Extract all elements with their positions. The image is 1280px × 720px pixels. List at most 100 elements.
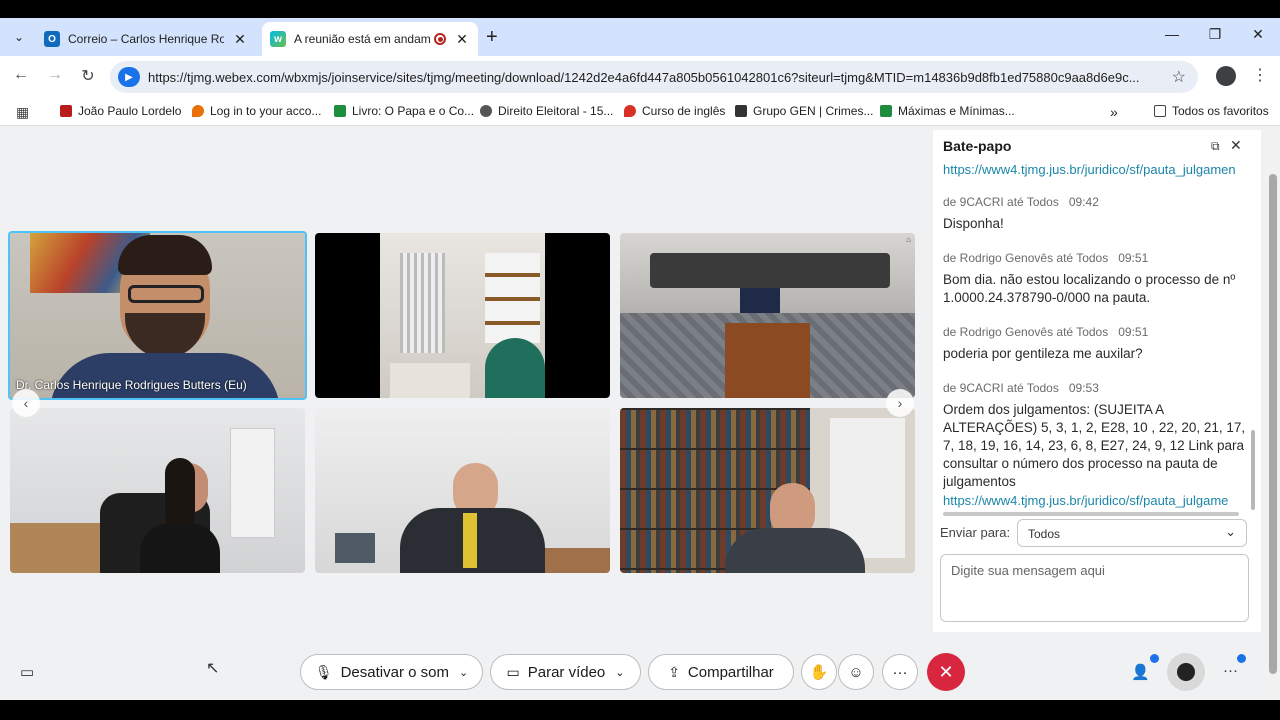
video-tile-2[interactable] [315,233,610,398]
url-text[interactable]: https://tjmg.webex.com/wbxmjs/joinservic… [148,70,1158,85]
outlook-icon: O [44,31,60,47]
more-apps-icon[interactable]: ··· [1223,662,1238,679]
tab-title: A reunião está em andamento [294,32,430,46]
restore-icon[interactable]: ❐ [1203,26,1227,43]
video-tile-self[interactable]: Dr. Carlos Henrique Rodrigues Butters (E… [8,231,307,400]
close-icon[interactable]: ✕ [1230,137,1242,154]
menu-icon[interactable]: ⋮ [1252,65,1268,85]
mute-label: Desativar o som [340,663,449,681]
participants-icon[interactable]: 👤 [1131,663,1150,681]
message-text: Ordem dos julgamentos: (SUJEITA A ALTERA… [943,402,1246,489]
popout-icon[interactable]: ⧉ [1211,139,1220,154]
video-tile-4[interactable] [10,408,305,573]
person-glasses [128,285,204,303]
couch [390,363,470,398]
microphone-icon: 🎙 [314,663,333,680]
forward-icon[interactable]: → [44,66,66,84]
camera-icon: ▭ [506,663,520,680]
person-partial [485,338,545,398]
video-button[interactable]: ▭ Parar vídeo ⌄ [490,654,641,690]
chat-message-input[interactable]: Digite sua mensagem aqui [940,554,1249,622]
mouse-cursor-icon: ↖ [206,660,220,677]
scrollbar-thumb[interactable] [1269,174,1277,674]
bookmark-label: Grupo GEN | Crimes... [753,104,874,118]
office-door [230,428,275,538]
bookmarks-overflow-icon[interactable]: » [1110,104,1118,120]
person-body [140,523,220,573]
next-page-icon[interactable]: › [886,389,914,417]
bookmark-item[interactable]: Livro: O Papa e o Co... [334,104,474,118]
chat-link[interactable]: https://www4.tjmg.jus.br/juridico/sf/pau… [943,493,1257,508]
bookmark-label: Curso de inglês [642,104,726,118]
video-tile-5[interactable] [315,408,610,573]
chevron-down-icon[interactable]: ⌄ [615,666,624,679]
tab-outlook[interactable]: O Correio – Carlos Henrique Rodrigues Bu… [36,22,256,56]
message-sender: de 9CACRI até Todos [943,195,1059,209]
bookmark-item[interactable]: Máximas e Mínimas... [880,104,1015,118]
bookmark-item[interactable]: Grupo GEN | Crimes... [735,104,873,118]
more-options-button[interactable]: ··· [882,654,918,690]
bookmark-label: Máximas e Mínimas... [898,104,1015,118]
window-close-icon[interactable]: ✕ [1246,26,1270,43]
bookshelf [485,253,540,343]
tab-webex[interactable]: w A reunião está em andamento ✕ [262,22,478,56]
previous-page-icon[interactable]: ‹ [12,389,40,417]
folder-icon [1154,105,1166,117]
bookmark-item[interactable]: Curso de inglês [624,104,725,118]
chat-messages[interactable]: https://www4.tjmg.jus.br/juridico/sf/pau… [943,162,1257,512]
mute-button[interactable]: 🎙 Desativar o som ⌄ [300,654,483,690]
chat-vertical-scrollbar[interactable] [1251,430,1255,510]
bookmark-label: João Paulo Lordelo [78,104,182,118]
all-bookmarks-folder[interactable]: Todos os favoritos [1154,104,1269,118]
address-bar[interactable]: ▶ https://tjmg.webex.com/wbxmjs/joinserv… [110,61,1198,93]
bookmark-label: Todos os favoritos [1172,104,1269,118]
bookmark-item[interactable]: João Paulo Lordelo [60,104,181,118]
chevron-down-icon: ⌄ [1225,524,1236,539]
window-blinds [400,253,445,353]
bookmark-item[interactable]: Log in to your acco... [192,104,321,118]
video-tile-3[interactable]: ⌂ [620,233,915,398]
send-to-select[interactable]: Todos ⌄ [1017,519,1247,547]
page-scrollbar[interactable] [1266,126,1280,700]
gen-icon [735,105,747,117]
person-body [725,528,865,573]
flame-icon [192,105,204,117]
back-icon[interactable]: ← [10,66,32,84]
message-text: Bom dia. não estou localizando o process… [943,272,1236,305]
message-time: 09:51 [1118,251,1149,265]
send-to-value: Todos [1028,527,1061,541]
participant-name: Dr. Carlos Henrique Rodrigues Butters (E… [16,378,247,392]
bookmark-label: Livro: O Papa e o Co... [352,104,475,118]
browser-toolbar: ← → ↻ ▶ https://tjmg.webex.com/wbxmjs/jo… [0,56,1280,98]
person-hair [118,235,212,275]
leave-meeting-button[interactable]: ✕ [927,653,965,691]
close-icon[interactable]: ✕ [232,31,248,48]
captions-icon[interactable]: ▭ [20,663,34,681]
new-tab-button[interactable]: + [486,27,498,47]
bookmark-item[interactable]: Direito Eleitoral - 15... [480,104,613,118]
reload-icon[interactable]: ↻ [77,66,99,86]
tab-search-button[interactable]: ⌄ [8,26,30,48]
video-tile-6[interactable] [620,408,915,573]
smiley-icon: ☺ [848,663,864,681]
close-icon[interactable]: ✕ [454,31,470,48]
chat-bubble-icon [1177,663,1195,681]
message-meta: de Rodrigo Genovês até Todos 09:51 [943,325,1257,339]
person-beard [125,313,205,358]
chevron-down-icon[interactable]: ⌄ [459,666,468,679]
raise-hand-button[interactable]: ✋ [801,654,837,690]
bookmark-star-icon[interactable]: ☆ [1172,67,1186,87]
message-sender: de Rodrigo Genovês até Todos [943,251,1109,265]
chat-toggle-button[interactable] [1167,653,1205,691]
extension-icon[interactable] [1216,66,1236,86]
reactions-button[interactable]: ☺ [838,654,874,690]
camera-site-icon[interactable]: ▶ [118,67,140,87]
message-meta: de Rodrigo Genovês até Todos 09:51 [943,251,1257,265]
share-button[interactable]: ⇪ Compartilhar [648,654,794,690]
courtroom-bench [650,253,890,288]
chat-link[interactable]: https://www4.tjmg.jus.br/juridico/sf/pau… [943,162,1257,177]
person-hair [165,458,195,533]
chat-horizontal-scrollbar[interactable] [943,512,1239,516]
minimize-icon[interactable]: — [1160,26,1184,42]
apps-grid-icon[interactable]: ▦ [16,104,29,121]
